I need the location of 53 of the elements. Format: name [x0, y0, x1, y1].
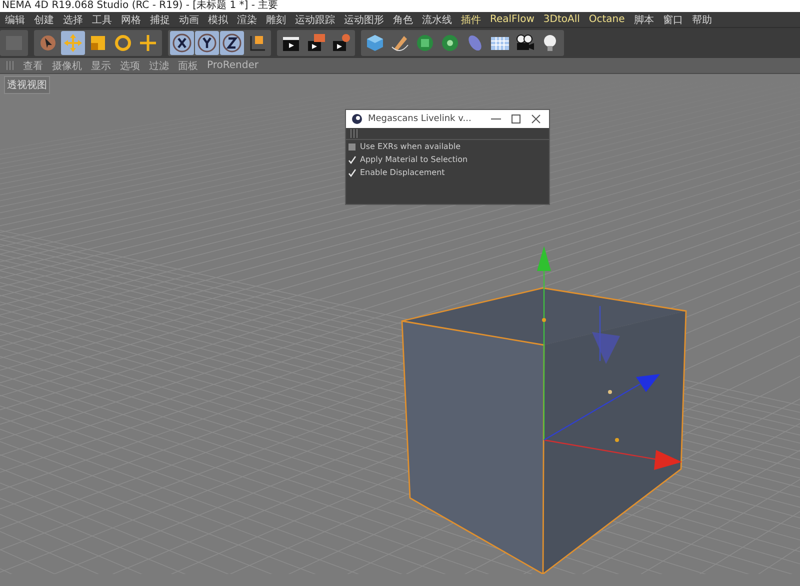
- cursor-icon: [38, 33, 58, 53]
- close-button[interactable]: [529, 112, 543, 126]
- menu-item[interactable]: 雕刻: [266, 12, 286, 26]
- tool-button[interactable]: [170, 31, 194, 55]
- camera-icon: [515, 33, 535, 53]
- viewport-tab[interactable]: 透视视图: [4, 76, 50, 94]
- scale-icon: [88, 33, 108, 53]
- menu-item[interactable]: 3DtoAll: [543, 14, 580, 25]
- tool-button[interactable]: [195, 31, 219, 55]
- grip-icon: [350, 129, 358, 138]
- menu-item[interactable]: 脚本: [634, 12, 654, 26]
- close-icon: [531, 114, 541, 124]
- menu-item[interactable]: 运动图形: [344, 12, 384, 26]
- move-icon: [63, 33, 83, 53]
- x-axis-icon: [172, 33, 192, 53]
- checkbox[interactable]: [348, 156, 356, 164]
- menu-item[interactable]: 编辑: [5, 12, 25, 26]
- checkbox[interactable]: [348, 142, 356, 150]
- menu-item[interactable]: 创建: [34, 12, 54, 26]
- checkbox[interactable]: [348, 168, 356, 176]
- logo-icon: [352, 114, 362, 124]
- maximize-icon: [511, 114, 521, 124]
- option-label: Enable Displacement: [360, 168, 445, 177]
- clapperboard-icon: [306, 33, 326, 53]
- plus-icon: [138, 33, 158, 53]
- option-label: Apply Material to Selection: [360, 155, 468, 164]
- cube-icon: [365, 33, 385, 53]
- dialog-title: Megascans Livelink v...: [368, 114, 472, 124]
- menu-item[interactable]: 动画: [179, 12, 199, 26]
- menu-item[interactable]: 模拟: [208, 12, 228, 26]
- option-label: Use EXRs when available: [360, 142, 461, 151]
- menu-item[interactable]: 帮助: [692, 12, 712, 26]
- menu-item[interactable]: 插件: [461, 12, 481, 26]
- pen-icon: [390, 33, 410, 53]
- menu-item[interactable]: 窗口: [662, 12, 683, 26]
- menu-item[interactable]: 工具: [92, 12, 112, 26]
- menu-item[interactable]: 流水线: [422, 12, 452, 26]
- tool-button[interactable]: [220, 31, 244, 55]
- menu-item[interactable]: 渲染: [237, 12, 257, 26]
- y-axis-icon: [197, 33, 217, 53]
- menu-item[interactable]: Octane: [588, 14, 625, 25]
- menu-item[interactable]: 捕捉: [150, 12, 170, 26]
- menu-item[interactable]: 选择: [63, 12, 83, 26]
- menu-item[interactable]: 角色: [393, 12, 413, 26]
- rotate-icon: [113, 33, 133, 53]
- menu-item[interactable]: 网格: [121, 12, 141, 26]
- grip-icon: [6, 61, 14, 70]
- menu-item[interactable]: 运动跟踪: [295, 12, 335, 26]
- cube-drawing[interactable]: [401, 287, 687, 574]
- menu-item[interactable]: RealFlow: [490, 14, 534, 25]
- z-axis-icon: [222, 33, 242, 53]
- axis-gizmo-drawing[interactable]: [537, 246, 682, 470]
- maximize-button[interactable]: [509, 112, 523, 126]
